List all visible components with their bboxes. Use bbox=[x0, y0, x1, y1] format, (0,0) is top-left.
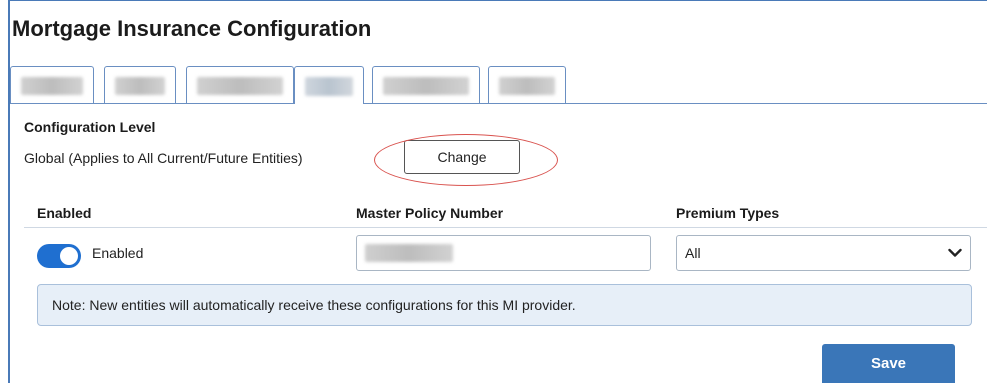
chevron-down-icon bbox=[940, 236, 970, 270]
master-policy-column-header: Master Policy Number bbox=[356, 205, 504, 221]
redacted-tab-label bbox=[21, 77, 83, 95]
toggle-knob bbox=[60, 247, 78, 265]
tab-1[interactable] bbox=[10, 66, 94, 103]
tab-5[interactable] bbox=[372, 66, 480, 103]
tab-6[interactable] bbox=[488, 66, 566, 103]
enabled-toggle-label: Enabled bbox=[92, 245, 144, 261]
configuration-level-description: Global (Applies to All Current/Future En… bbox=[24, 150, 303, 166]
page-title: Mortgage Insurance Configuration bbox=[12, 16, 372, 41]
master-policy-number-input[interactable] bbox=[356, 235, 651, 271]
redacted-tab-label bbox=[115, 77, 165, 95]
premium-types-column-header: Premium Types bbox=[676, 205, 780, 221]
tab-bar bbox=[10, 66, 987, 104]
info-note: Note: New entities will automatically re… bbox=[37, 284, 972, 326]
change-button[interactable]: Change bbox=[404, 140, 520, 174]
save-button[interactable]: Save bbox=[822, 344, 955, 383]
redacted-tab-label bbox=[305, 77, 353, 96]
redacted-tab-label bbox=[197, 77, 283, 95]
redacted-policy-number bbox=[365, 244, 453, 262]
redacted-tab-label bbox=[383, 77, 469, 95]
tab-4-active[interactable] bbox=[294, 66, 364, 104]
enabled-toggle[interactable] bbox=[37, 244, 81, 268]
configuration-level-heading: Configuration Level bbox=[24, 119, 156, 135]
enabled-column-header: Enabled bbox=[37, 205, 92, 221]
premium-types-selected-value: All bbox=[685, 245, 701, 261]
tab-2[interactable] bbox=[104, 66, 176, 103]
redacted-tab-label bbox=[499, 77, 555, 95]
tab-3[interactable] bbox=[186, 66, 294, 103]
premium-types-select[interactable]: All bbox=[676, 235, 971, 271]
header-divider bbox=[24, 227, 987, 228]
